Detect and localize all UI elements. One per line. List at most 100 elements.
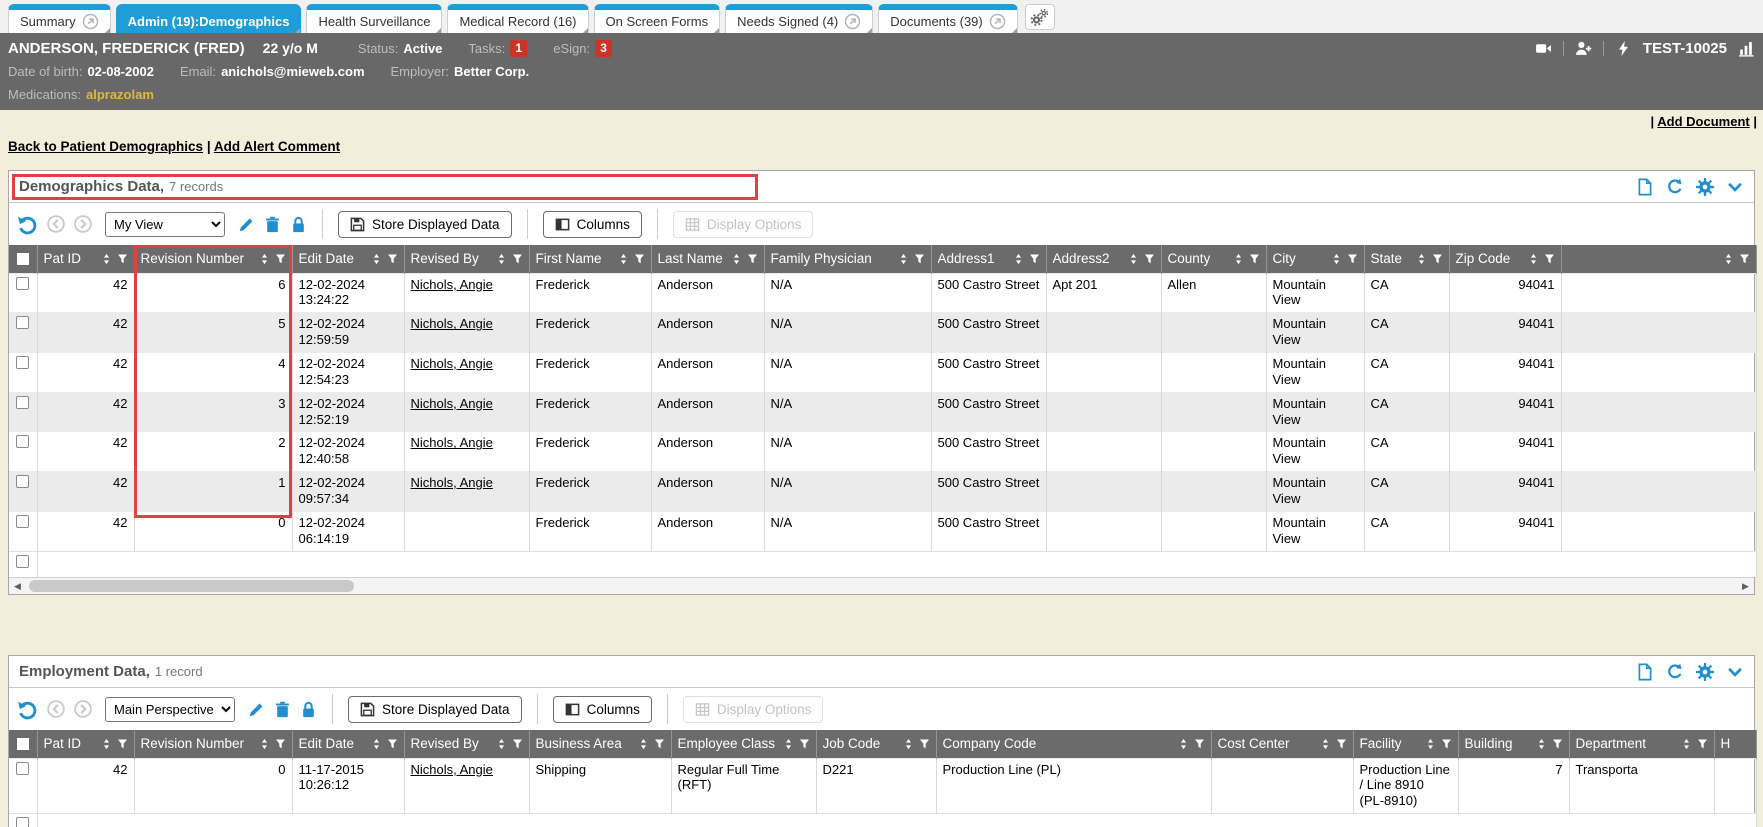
select-all-checkbox[interactable]: [17, 738, 29, 750]
filter-icon[interactable]: [1739, 253, 1750, 265]
tab-needs-signed-4[interactable]: Needs Signed (4): [725, 4, 873, 33]
filter-icon[interactable]: [1029, 253, 1040, 265]
column-header-edit-date[interactable]: Edit Date: [292, 730, 404, 758]
column-header-building[interactable]: Building: [1458, 730, 1569, 758]
filter-icon[interactable]: [117, 253, 128, 265]
refresh-icon[interactable]: [1666, 178, 1684, 196]
column-header-blank[interactable]: [1561, 245, 1756, 273]
column-header-pat-id[interactable]: Pat ID: [37, 730, 134, 758]
sort-icon[interactable]: [372, 738, 381, 750]
store-displayed-data-button[interactable]: Store Displayed Data: [338, 211, 512, 238]
sort-icon[interactable]: [1529, 253, 1538, 265]
column-header-pat-id[interactable]: Pat ID: [37, 245, 134, 273]
row-checkbox[interactable]: [16, 277, 29, 290]
sort-icon[interactable]: [619, 253, 628, 265]
row-checkbox[interactable]: [16, 817, 29, 827]
tasks-badge[interactable]: 1: [510, 40, 527, 57]
scroll-left-arrow[interactable]: ◀: [9, 578, 26, 594]
trash-icon[interactable]: [264, 216, 281, 233]
undo-icon[interactable]: [17, 699, 38, 720]
scrollbar-thumb[interactable]: [29, 580, 354, 592]
filter-icon[interactable]: [1336, 738, 1347, 750]
row-checkbox[interactable]: [16, 396, 29, 409]
sort-icon[interactable]: [1014, 253, 1023, 265]
new-document-icon[interactable]: [1636, 178, 1654, 196]
revised-by-link[interactable]: Nichols, Angie: [411, 475, 493, 490]
revised-by-link[interactable]: Nichols, Angie: [411, 356, 493, 371]
tab-admin-19-demographics[interactable]: Admin (19):Demographics: [116, 4, 302, 33]
column-header-family-physician[interactable]: Family Physician: [764, 245, 931, 273]
revised-by-link[interactable]: Nichols, Angie: [411, 762, 493, 777]
sort-icon[interactable]: [904, 738, 913, 750]
sort-icon[interactable]: [732, 253, 741, 265]
tab-settings-button[interactable]: [1025, 4, 1055, 30]
sort-icon[interactable]: [497, 253, 506, 265]
previous-view-icon[interactable]: [47, 700, 65, 718]
column-header-h[interactable]: H: [1714, 730, 1756, 758]
filter-icon[interactable]: [117, 738, 128, 750]
row-checkbox[interactable]: [16, 316, 29, 329]
sort-icon[interactable]: [1682, 738, 1691, 750]
column-header-first-name[interactable]: First Name: [529, 245, 651, 273]
lock-icon[interactable]: [290, 216, 307, 233]
filter-icon[interactable]: [512, 253, 523, 265]
filter-icon[interactable]: [275, 253, 286, 265]
column-header-city[interactable]: City: [1266, 245, 1364, 273]
row-checkbox[interactable]: [16, 475, 29, 488]
sort-icon[interactable]: [1537, 738, 1546, 750]
tab-summary[interactable]: Summary: [8, 4, 111, 33]
filter-icon[interactable]: [275, 738, 286, 750]
filter-icon[interactable]: [1432, 253, 1443, 265]
columns-button[interactable]: Columns: [553, 696, 652, 723]
filter-icon[interactable]: [747, 253, 758, 265]
external-link-icon[interactable]: [82, 13, 99, 30]
esign-badge[interactable]: 3: [595, 40, 612, 57]
sort-icon[interactable]: [372, 253, 381, 265]
revised-by-link[interactable]: Nichols, Angie: [411, 396, 493, 411]
tab-on-screen-forms[interactable]: On Screen Forms: [594, 4, 721, 33]
filter-icon[interactable]: [1194, 738, 1205, 750]
edit-pencil-icon[interactable]: [248, 701, 265, 718]
next-view-icon[interactable]: [74, 215, 92, 233]
filter-icon[interactable]: [387, 253, 398, 265]
medications-value[interactable]: alprazolam: [86, 87, 154, 102]
tab-health-surveillance[interactable]: Health Surveillance: [306, 4, 442, 33]
gear-icon[interactable]: [1696, 178, 1714, 196]
sort-icon[interactable]: [102, 253, 111, 265]
external-link-icon[interactable]: [989, 13, 1006, 30]
gear-icon[interactable]: [1696, 663, 1714, 681]
filter-icon[interactable]: [1144, 253, 1155, 265]
lock-icon[interactable]: [300, 701, 317, 718]
column-header-county[interactable]: County: [1161, 245, 1266, 273]
bar-chart-icon[interactable]: [1738, 40, 1755, 57]
horizontal-scrollbar[interactable]: ◀ ▶: [9, 577, 1754, 594]
edit-pencil-icon[interactable]: [238, 216, 255, 233]
tab-medical-record-16[interactable]: Medical Record (16): [447, 4, 588, 33]
sort-icon[interactable]: [102, 738, 111, 750]
refresh-icon[interactable]: [1666, 663, 1684, 681]
column-header-last-name[interactable]: Last Name: [651, 245, 764, 273]
new-document-icon[interactable]: [1636, 663, 1654, 681]
store-displayed-data-button[interactable]: Store Displayed Data: [348, 696, 522, 723]
back-to-demographics-link[interactable]: Back to Patient Demographics: [8, 139, 203, 154]
add-document-link[interactable]: Add Document: [1657, 114, 1749, 129]
row-checkbox[interactable]: [16, 555, 29, 568]
add-alert-comment-link[interactable]: Add Alert Comment: [214, 139, 340, 154]
collapse-chevron-icon[interactable]: [1726, 178, 1744, 196]
sort-icon[interactable]: [639, 738, 648, 750]
filter-icon[interactable]: [387, 738, 398, 750]
sort-icon[interactable]: [1417, 253, 1426, 265]
column-header-company-code[interactable]: Company Code: [936, 730, 1211, 758]
filter-icon[interactable]: [799, 738, 810, 750]
column-header-business-area[interactable]: Business Area: [529, 730, 671, 758]
column-header-job-code[interactable]: Job Code: [816, 730, 936, 758]
view-selector[interactable]: Main Perspective: [105, 697, 235, 722]
trash-icon[interactable]: [274, 701, 291, 718]
sort-icon[interactable]: [899, 253, 908, 265]
undo-icon[interactable]: [17, 214, 38, 235]
sort-icon[interactable]: [1724, 253, 1733, 265]
sort-icon[interactable]: [260, 253, 269, 265]
sort-icon[interactable]: [1426, 738, 1435, 750]
sort-icon[interactable]: [497, 738, 506, 750]
column-header-employee-class[interactable]: Employee Class: [671, 730, 816, 758]
